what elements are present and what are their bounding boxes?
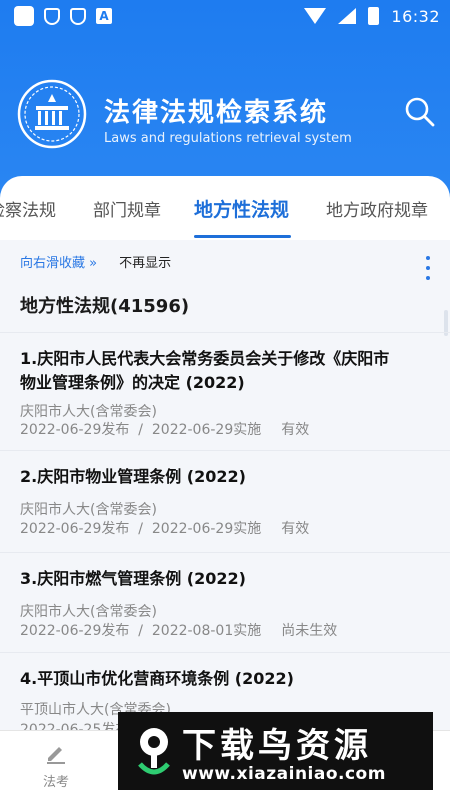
status-time: 16:32 [391,6,440,26]
item-title: 4.平顶山市优化营商环境条例 (2022) [20,669,294,688]
bird-logo-icon [138,728,170,775]
dismiss-hint-button[interactable]: 不再显示 [119,252,171,271]
pen-icon [47,747,65,764]
category-tabs: 检察法规 部门规章 地方性法规 地方政府规章 [0,176,450,240]
app-header: A 16:32 法律法规检索系统 Laws and regulations re… [0,0,450,200]
item-issuer: 庆阳市人大(含常委会) [20,502,157,518]
wifi-icon [304,8,327,24]
more-icon[interactable] [421,256,435,286]
tab-department-rules[interactable]: 部门规章 [93,196,161,221]
section-title: 地方性法规(41596) [20,296,190,317]
item-status: 尚未生效 [281,623,338,639]
watermark-banner: 下载鸟资源 www.xiazainiao.com [118,712,433,790]
app-title: 法律法规检索系统 [104,98,329,128]
a-icon: A [96,8,112,24]
item-issuer: 庆阳市人大(含常委会) [20,604,157,620]
watermark-url: www.xiazainiao.com [182,764,386,784]
results-list[interactable]: 向右滑收藏 » 不再显示 地方性法规(41596) 1.庆阳市人民代表大会常务委… [0,240,450,730]
tab-procuratorial-regulations[interactable]: 检察法规 [0,196,56,221]
app-notification-icon [14,6,34,26]
emblem-icon [17,79,87,149]
status-bar: A 16:32 [0,0,450,32]
nav-item-label: 法考 [42,775,69,790]
item-dates: 2022-06-29发布 / 2022-06-29实施 有效 [20,419,309,439]
swipe-hint: 向右滑收藏 » 不再显示 [20,252,171,271]
app-subtitle: Laws and regulations retrieval system [104,131,352,146]
swipe-to-favorite-hint: 向右滑收藏 » [20,256,98,271]
signal-icon [338,8,357,24]
item-date-range: 2022-06-29发布 / 2022-06-29实施 [20,521,262,537]
item-dates: 2022-06-29发布 / 2022-06-29实施 有效 [20,518,309,538]
watermark-title: 下载鸟资源 [182,726,372,766]
item-date-range: 2022-06-29发布 / 2022-06-29实施 [20,422,262,438]
item-title: 2.庆阳市物业管理条例 (2022) [20,467,246,486]
item-date-range: 2022-06-25发布 [20,722,130,730]
shield-icon [44,7,60,25]
nav-item-law-exam[interactable]: 法考 [34,741,78,790]
item-dates: 2022-06-25发布 [20,719,129,730]
item-issuer: 庆阳市人大(含常委会) [20,404,157,420]
active-tab-indicator [194,235,291,238]
list-item[interactable]: 1.庆阳市人民代表大会常务委员会关于修改《庆阳市物业管理条例》的决定 (2022… [0,332,450,438]
shield-icon [70,7,86,25]
tab-local-regulations[interactable]: 地方性法规 [194,195,289,222]
battery-icon [368,7,380,25]
tab-local-government-rules[interactable]: 地方政府规章 [326,196,428,221]
list-item[interactable]: 2.庆阳市物业管理条例 (2022) 庆阳市人大(含常委会) 2022-06-2… [0,450,450,550]
item-date-range: 2022-06-29发布 / 2022-08-01实施 [20,623,262,639]
item-title: 3.庆阳市燃气管理条例 (2022) [20,569,246,588]
item-dates: 2022-06-29发布 / 2022-08-01实施 尚未生效 [20,620,337,640]
list-item[interactable]: 3.庆阳市燃气管理条例 (2022) 庆阳市人大(含常委会) 2022-06-2… [0,552,450,652]
item-status: 有效 [281,422,310,438]
item-title: 1.庆阳市人民代表大会常务委员会关于修改《庆阳市物业管理条例》的决定 (2022… [20,349,390,392]
item-status: 有效 [281,521,310,537]
search-icon[interactable] [404,96,436,128]
